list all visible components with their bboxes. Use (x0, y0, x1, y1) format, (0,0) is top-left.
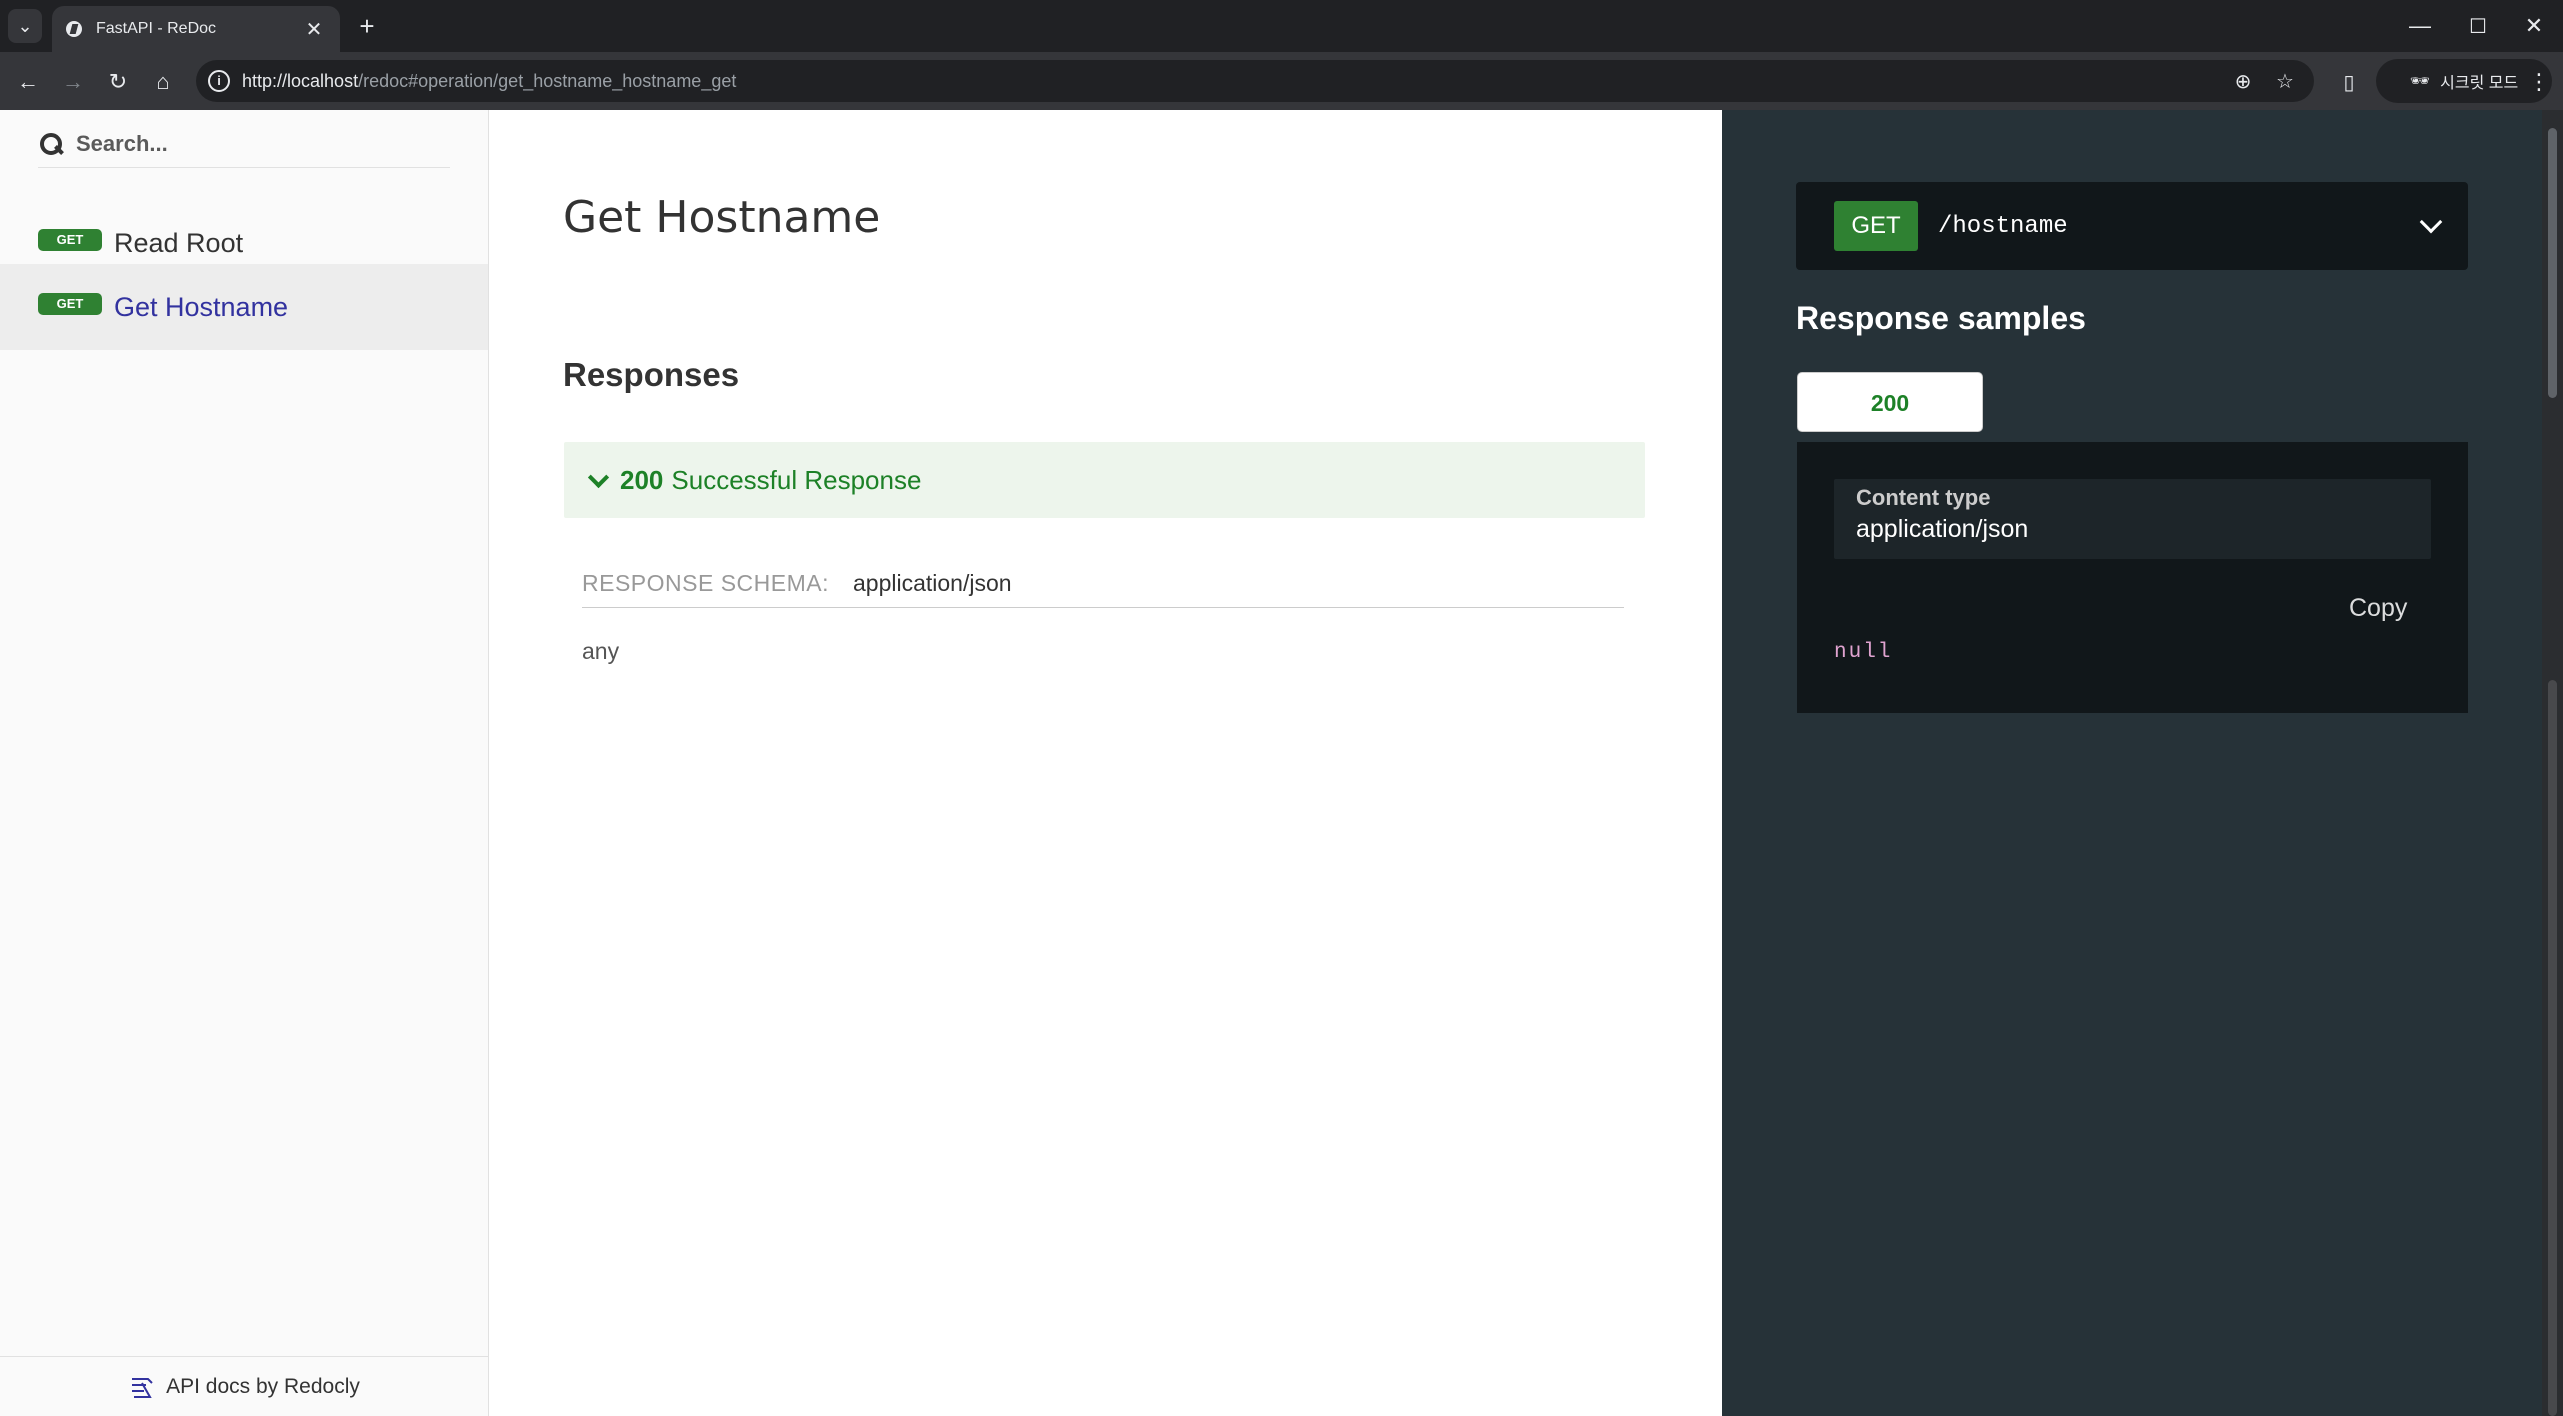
sidebar-item-get-hostname[interactable]: GET Get Hostname (0, 264, 488, 350)
page-scrollbar[interactable] (2542, 110, 2563, 1416)
search-icon (38, 131, 64, 157)
incognito-icon: 🕶 (2409, 73, 2431, 90)
browser-menu-icon[interactable]: ⋮ (2522, 65, 2556, 99)
endpoint-method-badge: GET (1834, 201, 1918, 251)
sidebar-item-label: Get Hostname (114, 291, 289, 322)
content-type-box: Content type application/json (1834, 479, 2431, 559)
responses-heading: Responses (563, 356, 740, 393)
url-path: /redoc#operation/get_hostname_hostname_g… (358, 71, 737, 91)
sidebar: GET Read Root GET Get Hostname API docs … (0, 110, 489, 1416)
operation-title: Get Hostname (563, 192, 881, 243)
redocly-footer-link[interactable]: API docs by Redocly (0, 1356, 488, 1416)
browser-chrome: ⌄ FastAPI - ReDoc ✕ + — ☐ ✕ ← → ↻ ⌂ i ht… (0, 0, 2563, 110)
maximize-button[interactable]: ☐ (2450, 0, 2506, 52)
url-host: http://localhost (242, 71, 359, 91)
response-schema-label: RESPONSE SCHEMA: (582, 570, 829, 596)
chevron-down-icon: ⌄ (17, 15, 33, 36)
home-icon[interactable]: ⌂ (146, 65, 180, 99)
chevron-down-icon (2416, 211, 2446, 241)
tab-list-button[interactable]: ⌄ (8, 9, 42, 43)
back-icon[interactable]: ← (11, 65, 45, 99)
tab-strip: ⌄ FastAPI - ReDoc ✕ + — ☐ ✕ (0, 0, 2563, 52)
sidebar-item-label: Read Root (114, 227, 244, 258)
schema-value: any (582, 638, 620, 664)
redocly-footer-label: API docs by Redocly (166, 1374, 360, 1398)
browser-tab[interactable]: FastAPI - ReDoc ✕ (52, 6, 340, 52)
redoc-page: GET Read Root GET Get Hostname API docs … (0, 110, 2563, 1416)
endpoint-dropdown[interactable]: GET /hostname (1796, 182, 2468, 270)
content-type-value: application/json (1856, 515, 2029, 543)
sample-panel: Content type application/json Copy null (1797, 442, 2468, 713)
new-tab-button[interactable]: + (352, 12, 382, 42)
minimize-button[interactable]: — (2392, 0, 2448, 52)
url-text[interactable]: http://localhost/redoc#operation/get_hos… (242, 71, 736, 92)
tab-status-200[interactable]: 200 (1797, 372, 1983, 432)
redocly-logo-icon (132, 1377, 153, 1398)
response-schema-type: application/json (853, 570, 1012, 596)
response-description: Successful Response (671, 464, 922, 495)
copy-button[interactable]: Copy (2349, 594, 2407, 623)
response-samples-heading: Response samples (1796, 300, 2086, 336)
search-input[interactable] (76, 130, 436, 157)
zoom-icon[interactable]: ⊕ (2230, 69, 2256, 95)
bookmark-star-icon[interactable]: ☆ (2272, 69, 2298, 95)
search-box[interactable] (38, 120, 450, 168)
scrollbar-track-lower (2548, 680, 2557, 1416)
tab-title: FastAPI - ReDoc (96, 20, 217, 37)
browser-toolbar: ← → ↻ ⌂ i http://localhost/redoc#operati… (0, 52, 2563, 110)
fastapi-favicon-icon (66, 21, 82, 37)
sample-json-body: null (1834, 641, 1893, 664)
incognito-label: 시크릿 모드 (2440, 75, 2519, 92)
site-info-icon[interactable]: i (208, 70, 230, 92)
content-type-label: Content type (1856, 485, 1991, 510)
chevron-down-icon (588, 470, 608, 490)
forward-icon[interactable]: → (56, 65, 90, 99)
address-bar[interactable]: i http://localhost/redoc#operation/get_h… (196, 60, 2314, 102)
reload-icon[interactable]: ↻ (101, 65, 135, 99)
response-code: 200 (620, 464, 664, 495)
side-panel-icon[interactable]: ▯ (2332, 65, 2366, 99)
operation-content: Get Hostname Responses 200 Successful Re… (489, 110, 1722, 1416)
response-200-toggle[interactable]: 200 Successful Response (564, 442, 1645, 518)
scrollbar-thumb[interactable] (2548, 128, 2557, 398)
endpoint-path: /hostname (1938, 212, 2068, 240)
get-method-badge: GET (38, 293, 102, 315)
response-schema-row: RESPONSE SCHEMA: application/json (582, 570, 1624, 608)
get-method-badge: GET (38, 229, 102, 251)
tab-close-icon[interactable]: ✕ (302, 17, 326, 42)
window-close-button[interactable]: ✕ (2506, 0, 2562, 52)
samples-panel: GET /hostname Response samples 200 Conte… (1722, 110, 2542, 1416)
